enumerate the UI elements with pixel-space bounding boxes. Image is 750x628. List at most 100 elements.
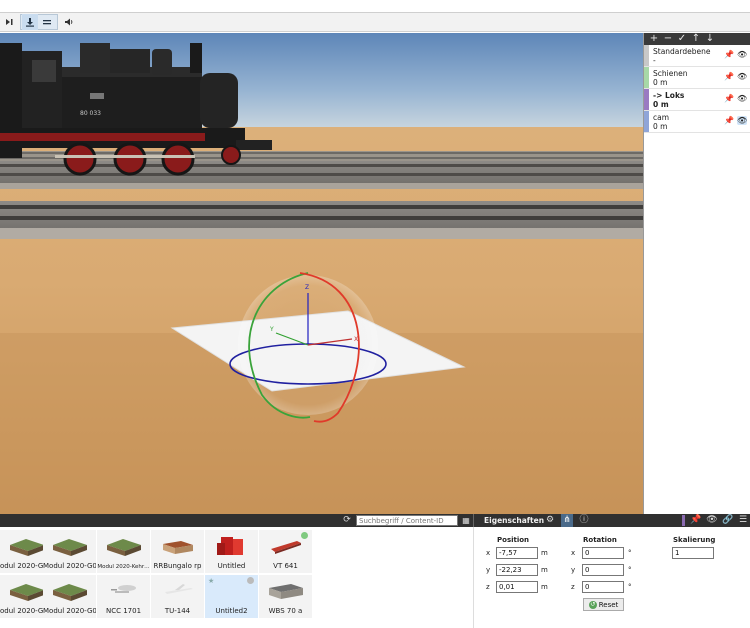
eep-app-window: 80 033 Z Y X + − ✓ ↑ ↓ Standardebene - 📌… bbox=[0, 0, 750, 628]
layer-item-cam[interactable]: cam 0 m 📌 👁 bbox=[644, 111, 750, 133]
catalog-item[interactable]: Modul 2020-G04 bbox=[43, 575, 96, 618]
info-icon[interactable]: ⓘ bbox=[578, 514, 590, 527]
search-input[interactable] bbox=[356, 515, 458, 526]
scale-field[interactable] bbox=[672, 547, 714, 559]
catalog-item[interactable]: WBS 70 a bbox=[259, 575, 312, 618]
reset-label: Reset bbox=[598, 600, 619, 609]
rotation-x-field[interactable] bbox=[582, 547, 624, 559]
refresh-icon[interactable]: ⟳ bbox=[341, 514, 353, 527]
favorite-star-icon[interactable]: ★ bbox=[208, 577, 214, 585]
pin-icon[interactable]: 📌 bbox=[724, 72, 734, 81]
catalog-item-label: RRBungalo rp bbox=[153, 562, 202, 570]
properties-title: Eigenschaften bbox=[484, 516, 545, 525]
position-y-field[interactable] bbox=[496, 564, 538, 576]
axis-label-x: x bbox=[571, 549, 576, 557]
network-icon[interactable]: ⋔ bbox=[561, 514, 573, 527]
position-header: Position bbox=[497, 536, 530, 544]
download-icon[interactable] bbox=[22, 14, 38, 30]
layer-color-stripe bbox=[644, 111, 649, 132]
grid-view-icon[interactable]: ▦ bbox=[460, 514, 472, 527]
rotation-unit: ° bbox=[628, 549, 632, 557]
catalog-item[interactable]: Modul 2020-Kehr… bbox=[97, 530, 150, 573]
catalog-item-label: Modul 2020-G03 bbox=[43, 562, 96, 570]
position-unit: m bbox=[541, 549, 548, 557]
gizmo-y-label: Y bbox=[269, 326, 274, 333]
catalog-item-label: WBS 70 a bbox=[268, 607, 303, 615]
check-icon[interactable]: ✓ bbox=[676, 33, 688, 45]
catalog-item-label: Modul 2020-Kehr… bbox=[97, 564, 150, 570]
catalog-item[interactable]: Untitled bbox=[205, 530, 258, 573]
rotation-unit: ° bbox=[628, 566, 632, 574]
catalog-item-label: NCC 1701 bbox=[105, 607, 142, 615]
loco-number: 80 033 bbox=[80, 110, 101, 117]
layer-item-standardebene[interactable]: Standardebene - 📌 👁 bbox=[644, 45, 750, 67]
axis-label-z: z bbox=[486, 583, 490, 591]
properties-header: Eigenschaften ⚙ ⋔ ⓘ 📌 👁 🔗 ☰ bbox=[473, 514, 750, 527]
pin-icon[interactable]: 📌 bbox=[724, 50, 734, 59]
3d-viewport[interactable]: 80 033 Z Y X bbox=[0, 33, 643, 514]
rotation-header: Rotation bbox=[583, 536, 617, 544]
catalog-item-label: TU-144 bbox=[164, 607, 191, 615]
position-unit: m bbox=[541, 566, 548, 574]
rotation-z-field[interactable] bbox=[582, 581, 624, 593]
axis-label-x: x bbox=[486, 549, 491, 557]
eye-icon[interactable]: 👁 bbox=[737, 94, 747, 103]
layer-item-loks[interactable]: -> Loks 0 m 📌 👁 bbox=[644, 89, 750, 111]
gear-icon[interactable]: ⚙ bbox=[544, 514, 556, 527]
arrow-up-icon[interactable]: ↑ bbox=[690, 33, 702, 45]
rotation-unit: ° bbox=[628, 583, 632, 591]
layer-color-stripe bbox=[644, 67, 649, 88]
status-dot bbox=[247, 577, 254, 584]
catalog-item[interactable]: NCC 1701 bbox=[97, 575, 150, 618]
catalog-item[interactable]: RRBungalo rp bbox=[151, 530, 204, 573]
catalog-item-label: Untitled2 bbox=[215, 607, 248, 615]
pin-icon[interactable]: 📌 bbox=[724, 116, 734, 125]
speaker-icon[interactable] bbox=[62, 14, 76, 30]
gizmo-x-label: X bbox=[354, 336, 358, 343]
catalog-item[interactable]: Modul 2020-G03 bbox=[43, 530, 96, 573]
eye-icon[interactable]: 👁 bbox=[737, 50, 747, 59]
catalog-item-label: VT 641 bbox=[273, 562, 298, 570]
link-icon[interactable]: 🔗 bbox=[722, 514, 734, 527]
panel-separator bbox=[682, 515, 685, 526]
pin-icon[interactable]: 📌 bbox=[690, 514, 702, 527]
layer-color-stripe bbox=[644, 45, 649, 66]
plus-icon[interactable]: + bbox=[648, 33, 660, 45]
axis-label-y: y bbox=[486, 566, 491, 574]
arrow-down-icon[interactable]: ↓ bbox=[704, 33, 716, 45]
step-forward-icon[interactable] bbox=[2, 14, 16, 30]
middle-track bbox=[0, 161, 643, 189]
layers-toolbar: + − ✓ ↑ ↓ bbox=[644, 33, 750, 45]
near-track bbox=[0, 201, 643, 239]
catalog-item-label: Untitled bbox=[217, 562, 246, 570]
top-toolbar bbox=[0, 13, 750, 32]
reset-icon: ↺ bbox=[588, 600, 597, 609]
catalog-item[interactable]: VT 641 bbox=[259, 530, 312, 573]
pin-icon[interactable]: 📌 bbox=[724, 94, 734, 103]
catalog-item-label: Modul 2020-G04 bbox=[43, 607, 96, 615]
gizmo-z-label: Z bbox=[305, 284, 309, 291]
properties-panel: Position Rotation Skalierung x m x ° y m… bbox=[473, 527, 750, 628]
layers-panel: + − ✓ ↑ ↓ Standardebene - 📌 👁 Schienen 0… bbox=[643, 33, 750, 514]
title-strip bbox=[0, 0, 750, 13]
content-catalog-header: ⟳ ▦ bbox=[0, 514, 473, 527]
layer-color-stripe bbox=[644, 89, 649, 110]
menu-icon[interactable]: ☰ bbox=[737, 514, 749, 527]
content-catalog-grid: odul 2020-G01 Modul 2020-G03 Modul 2020-… bbox=[0, 527, 473, 628]
axis-label-z: z bbox=[571, 583, 575, 591]
minus-icon[interactable]: − bbox=[662, 33, 674, 45]
position-x-field[interactable] bbox=[496, 547, 538, 559]
eye-icon[interactable]: 👁 bbox=[706, 514, 718, 527]
eye-icon[interactable]: 👁 bbox=[737, 116, 747, 125]
rotation-y-field[interactable] bbox=[582, 564, 624, 576]
eye-icon[interactable]: 👁 bbox=[737, 72, 747, 81]
reset-button[interactable]: ↺ Reset bbox=[583, 598, 624, 611]
catalog-item-selected[interactable]: ★ Untitled2 bbox=[205, 575, 258, 618]
catalog-item[interactable]: TU-144 bbox=[151, 575, 204, 618]
axis-label-y: y bbox=[571, 566, 576, 574]
layer-item-schienen[interactable]: Schienen 0 m 📌 👁 bbox=[644, 67, 750, 89]
position-z-field[interactable] bbox=[496, 581, 538, 593]
lines-icon[interactable] bbox=[39, 14, 55, 30]
scale-header: Skalierung bbox=[673, 536, 716, 544]
position-unit: m bbox=[541, 583, 548, 591]
